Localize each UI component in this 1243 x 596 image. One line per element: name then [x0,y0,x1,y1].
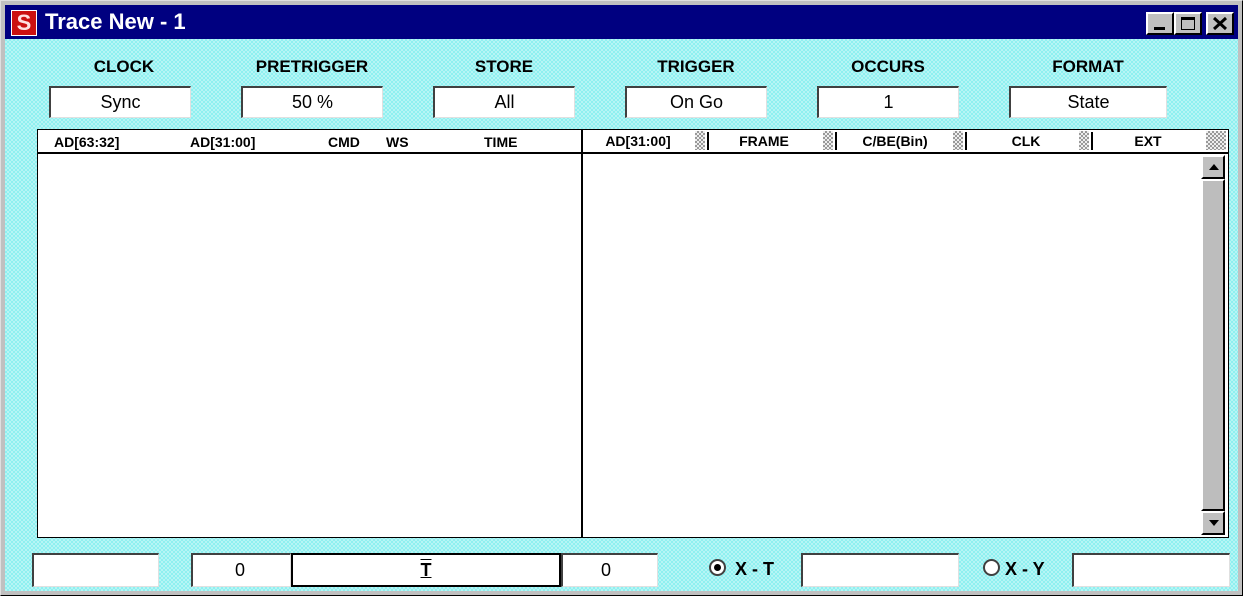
x-y-delta-field[interactable] [1072,553,1230,587]
clock-label: CLOCK [93,57,155,76]
column-cmd[interactable]: CMD [328,133,360,151]
x-t-radio[interactable] [709,559,726,576]
signal-clk[interactable]: CLK [965,132,1085,150]
waveform-header: AD[31:00] FRAME C/BE(Bin) CLK EXT [583,130,1228,154]
format-field[interactable]: State [1009,86,1167,118]
maximize-icon [1181,17,1195,30]
arrow-down-icon [1209,520,1219,526]
x-cursor-field[interactable]: 0 [191,553,291,587]
occurs-label: OCCURS [851,57,925,76]
x-t-delta-field[interactable] [801,553,959,587]
close-icon [1212,16,1228,31]
cursor-position-field[interactable] [32,553,159,587]
trigger-marker-icon: T [420,560,432,580]
format-label: FORMAT [1052,57,1124,76]
store-field[interactable]: All [433,86,575,118]
y-cursor-field[interactable]: 0 [561,553,658,587]
column-grip[interactable] [823,131,833,150]
listing-header: AD[63:32] AD[31:00] CMD WS TIME [38,130,581,154]
pretrigger-field[interactable]: 50 % [241,86,383,118]
vertical-scrollbar[interactable] [1201,155,1225,535]
x-y-radio[interactable] [983,559,1000,576]
pretrigger-label: PRETRIGGER [255,57,369,76]
app-logo-icon[interactable]: S [11,10,37,36]
column-ws[interactable]: WS [386,133,409,151]
trace-pane: AD[63:32] AD[31:00] CMD WS TIME AD[31:00… [37,129,1229,538]
trigger-field[interactable]: On Go [625,86,767,118]
x-y-label: X - Y [1005,559,1045,579]
column-grip[interactable] [695,131,705,150]
scroll-down-button[interactable] [1201,511,1225,535]
radio-dot-icon [714,564,721,571]
close-button[interactable] [1206,12,1234,35]
clock-field[interactable]: Sync [49,86,191,118]
listing-body[interactable] [38,154,581,537]
x-t-label: X - T [735,559,774,579]
column-grip[interactable] [1079,131,1089,150]
minimize-icon [1154,27,1165,30]
arrow-up-icon [1209,164,1219,170]
column-grip[interactable] [1206,131,1226,150]
occurs-field[interactable]: 1 [817,86,959,118]
column-grip[interactable] [953,131,963,150]
store-label: STORE [474,57,534,76]
waveform-body[interactable] [583,154,1201,537]
signal-ad-31-00[interactable]: AD[31:00] [583,132,693,150]
maximize-button[interactable] [1174,12,1202,35]
title-bar[interactable]: S Trace New - 1 [5,5,1238,39]
window-title: Trace New - 1 [45,9,186,34]
scroll-thumb[interactable] [1201,179,1225,511]
scroll-up-button[interactable] [1201,155,1225,179]
column-ad-63-32[interactable]: AD[63:32] [54,133,119,151]
trace-window: S Trace New - 1 CLOCK PRETRIGGER STORE T… [0,0,1243,596]
column-time[interactable]: TIME [484,133,517,151]
trigger-marker-field[interactable]: T [291,553,561,587]
minimize-button[interactable] [1146,12,1174,35]
trigger-label: TRIGGER [657,57,735,76]
signal-frame[interactable]: FRAME [707,132,819,150]
column-ad-31-00[interactable]: AD[31:00] [190,133,255,151]
signal-ext[interactable]: EXT [1091,132,1203,150]
signal-cbe-bin[interactable]: C/BE(Bin) [835,132,953,150]
